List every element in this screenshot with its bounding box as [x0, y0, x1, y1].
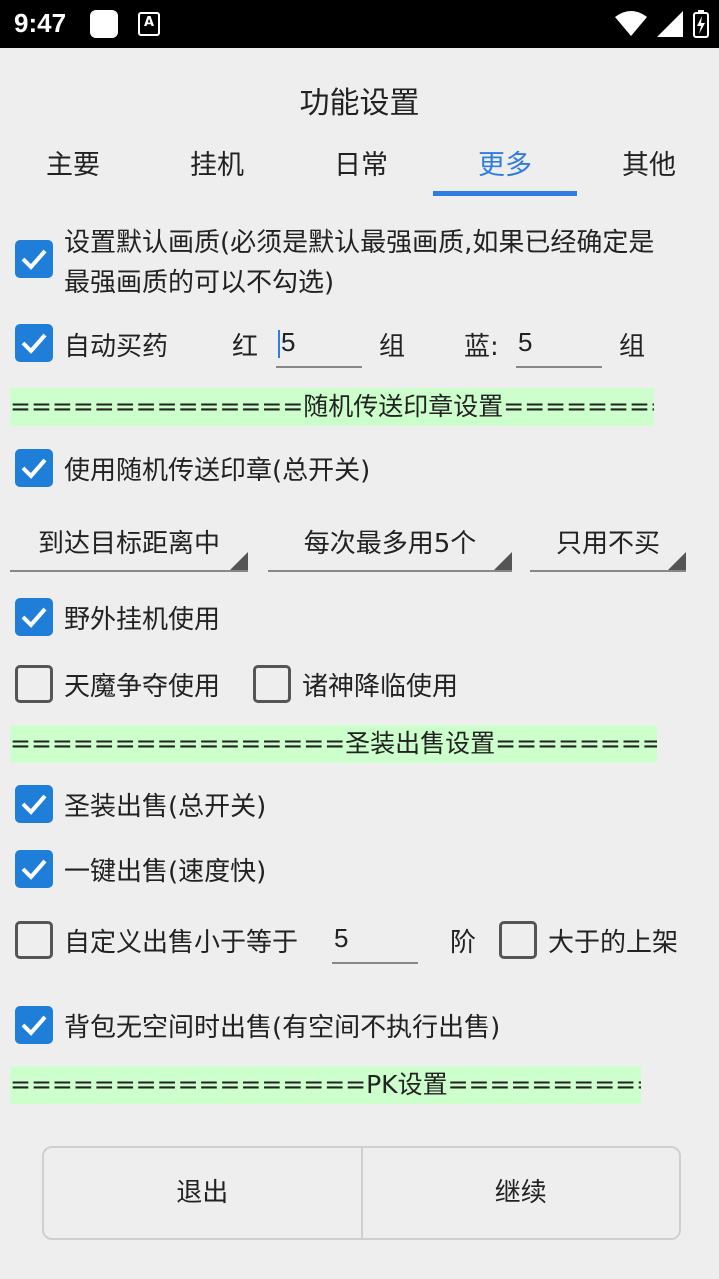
dropdown-arrow-icon	[494, 552, 512, 570]
checkmark-icon	[21, 458, 47, 479]
section-banner-seal: ==============随机传送印章设置==============	[10, 388, 654, 426]
default-quality-label-line2: 最强画质的可以不勾选)	[64, 268, 335, 298]
one-key-sale-checkbox[interactable]	[15, 850, 53, 888]
dropdown-arrow-icon	[668, 552, 686, 570]
blue-potion-value: 5	[518, 327, 533, 357]
wifi-icon	[615, 11, 647, 36]
use-seal-label: 使用随机传送印章(总开关)	[64, 456, 371, 486]
max-use-dropdown-value: 每次最多用5个	[303, 529, 477, 559]
default-quality-checkbox[interactable]	[15, 240, 53, 278]
field-use-checkbox[interactable]	[15, 598, 53, 636]
max-use-dropdown[interactable]: 每次最多用5个	[268, 522, 512, 572]
checkmark-icon	[21, 249, 47, 270]
page-title: 功能设置	[299, 86, 420, 121]
distance-dropdown-value: 到达目标距离中	[37, 529, 220, 559]
red-potion-unit: 组	[379, 332, 406, 362]
tab-bar: 主要 挂机 日常 更多 其他	[0, 144, 719, 196]
status-bar: 9:47 A	[0, 0, 719, 48]
one-key-sale-label: 一键出售(速度快)	[64, 857, 267, 887]
tab-more[interactable]: 更多	[433, 144, 577, 196]
list-above-label: 大于的上架	[548, 928, 679, 958]
blue-potion-unit: 组	[619, 332, 646, 362]
tab-idle[interactable]: 挂机	[145, 144, 289, 196]
red-potion-input[interactable]: 5	[276, 320, 362, 368]
buy-mode-dropdown[interactable]: 只用不买	[530, 522, 686, 572]
tab-main[interactable]: 主要	[1, 144, 145, 196]
cell-signal-icon	[657, 11, 683, 37]
text-cursor	[278, 330, 280, 359]
blue-potion-label: 蓝:	[464, 332, 499, 362]
section-banner-pk: =================PK设置=================	[10, 1066, 641, 1104]
settings-dialog: 功能设置 主要 挂机 日常 更多 其他 设置默认画质(必须是默认最强画质,如果已…	[0, 48, 719, 1279]
use-seal-checkbox[interactable]	[15, 449, 53, 487]
custom-sale-input[interactable]: 5	[332, 916, 418, 964]
zhushen-checkbox[interactable]	[253, 665, 291, 703]
notification-app-icon	[90, 10, 118, 38]
dropdown-arrow-icon	[230, 552, 248, 570]
blue-potion-input[interactable]: 5	[516, 320, 602, 368]
custom-sale-checkbox[interactable]	[15, 921, 53, 959]
tab-daily[interactable]: 日常	[289, 144, 433, 196]
checkmark-icon	[21, 607, 47, 628]
auto-buy-label: 自动买药	[64, 332, 169, 362]
checkmark-icon	[21, 1015, 47, 1036]
zhushen-label: 诸神降临使用	[302, 672, 459, 702]
distance-dropdown[interactable]: 到达目标距离中	[10, 522, 248, 572]
default-quality-label-line1: 设置默认画质(必须是默认最强画质,如果已经确定是	[64, 228, 655, 258]
bag-full-sale-label: 背包无空间时出售(有空间不执行出售)	[64, 1013, 501, 1043]
notification-a-icon: A	[138, 12, 160, 36]
continue-button[interactable]: 继续	[360, 1148, 680, 1238]
checkmark-icon	[21, 794, 47, 815]
battery-charging-icon	[693, 10, 709, 38]
custom-sale-unit: 阶	[450, 928, 477, 958]
status-time: 9:47	[14, 8, 67, 38]
buy-mode-dropdown-value: 只用不买	[555, 529, 660, 559]
checkmark-icon	[21, 859, 47, 880]
tianmo-label: 天魔争夺使用	[64, 672, 221, 702]
red-potion-value: 5	[281, 327, 296, 357]
exit-button[interactable]: 退出	[44, 1148, 361, 1238]
field-use-label: 野外挂机使用	[64, 605, 221, 635]
dialog-button-group: 退出 继续	[42, 1146, 681, 1240]
status-icons	[615, 10, 709, 38]
sale-master-checkbox[interactable]	[15, 785, 53, 823]
list-above-checkbox[interactable]	[499, 921, 537, 959]
section-banner-sale: ================圣装出售设置================	[10, 725, 657, 763]
auto-buy-checkbox[interactable]	[15, 324, 53, 362]
custom-sale-value: 5	[334, 923, 349, 953]
custom-sale-label: 自定义出售小于等于	[64, 928, 299, 958]
red-potion-label: 红	[232, 332, 259, 362]
checkmark-icon	[21, 333, 47, 354]
tianmo-checkbox[interactable]	[15, 665, 53, 703]
tab-other[interactable]: 其他	[577, 144, 719, 196]
sale-master-label: 圣装出售(总开关)	[64, 792, 267, 822]
bag-full-sale-checkbox[interactable]	[15, 1006, 53, 1044]
